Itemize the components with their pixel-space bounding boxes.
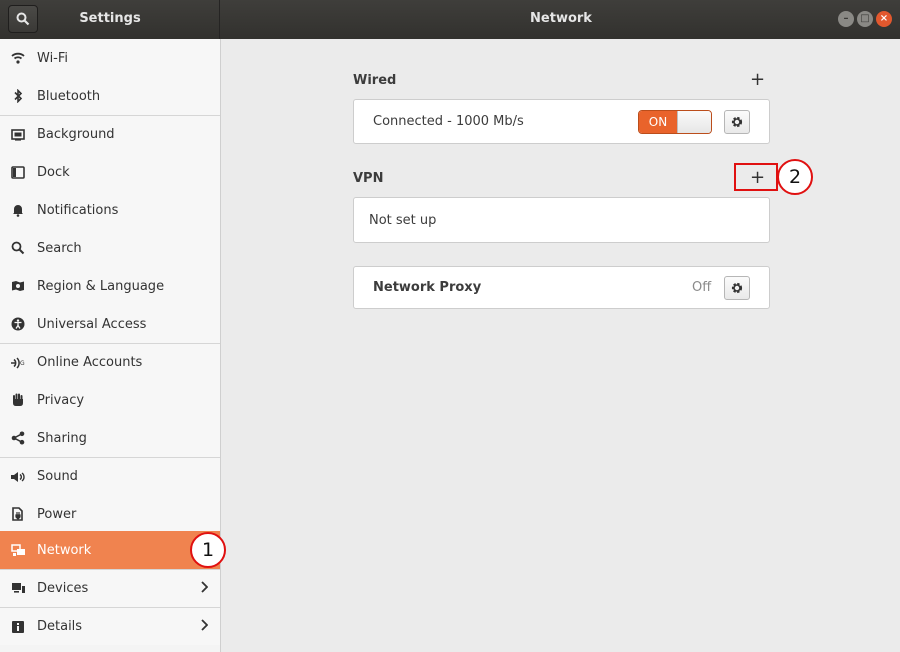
bluetooth-icon bbox=[10, 88, 26, 104]
network-proxy-settings-button[interactable] bbox=[724, 276, 750, 300]
power-icon bbox=[10, 506, 26, 522]
sidebar-item-label: Power bbox=[37, 506, 77, 522]
vpn-row: Not set up bbox=[353, 197, 770, 243]
sidebar-item-details[interactable]: Details bbox=[0, 607, 220, 645]
sidebar-item-online-accounts[interactable]: G Online Accounts bbox=[0, 343, 220, 381]
sidebar-item-label: Privacy bbox=[37, 392, 85, 408]
vpn-section-title: VPN bbox=[353, 171, 384, 186]
sidebar-item-power[interactable]: Power bbox=[0, 495, 220, 533]
online-accounts-icon: G bbox=[10, 355, 26, 371]
sidebar-item-label: Search bbox=[37, 240, 82, 256]
gear-icon bbox=[731, 116, 743, 128]
accessibility-icon bbox=[10, 316, 26, 332]
toggle-knob bbox=[677, 111, 711, 133]
annotation-callout-1: 1 bbox=[190, 532, 226, 568]
close-icon: × bbox=[879, 13, 889, 24]
maximize-icon: □ bbox=[860, 13, 870, 24]
hand-icon bbox=[10, 392, 26, 408]
search-button[interactable] bbox=[8, 5, 38, 33]
wired-connection-row: Connected - 1000 Mb/s ON bbox=[353, 99, 770, 144]
wired-section-title: Wired bbox=[353, 73, 397, 88]
annotation-callout-2: 2 bbox=[777, 159, 813, 195]
bell-icon bbox=[10, 202, 26, 218]
sidebar-item-label: Sound bbox=[37, 469, 78, 484]
sidebar-item-sound[interactable]: Sound bbox=[0, 457, 220, 495]
sidebar-item-notifications[interactable]: Notifications bbox=[0, 191, 220, 229]
window-controls: – □ × bbox=[838, 11, 892, 27]
sidebar-item-label: Background bbox=[37, 127, 115, 142]
search-icon bbox=[16, 12, 30, 26]
maximize-button[interactable]: □ bbox=[857, 11, 873, 27]
region-icon bbox=[10, 278, 26, 294]
speaker-icon bbox=[10, 469, 26, 485]
gear-icon bbox=[731, 282, 743, 294]
sidebar-item-bluetooth[interactable]: Bluetooth bbox=[0, 77, 220, 115]
network-proxy-row[interactable]: Network Proxy Off bbox=[353, 266, 770, 309]
close-button[interactable]: × bbox=[876, 11, 892, 27]
sidebar: Wi-Fi Bluetooth Background Dock Notifica… bbox=[0, 39, 221, 652]
sidebar-item-label: Wi-Fi bbox=[37, 50, 69, 66]
wired-connection-status: Connected - 1000 Mb/s bbox=[373, 114, 524, 129]
app-title: Settings bbox=[79, 11, 141, 26]
sidebar-item-label: Sharing bbox=[37, 430, 87, 446]
wired-toggle-switch[interactable]: ON bbox=[638, 110, 712, 134]
sidebar-item-label: Bluetooth bbox=[37, 88, 101, 104]
sidebar-item-devices[interactable]: Devices bbox=[0, 569, 220, 607]
chevron-right-icon bbox=[200, 581, 209, 597]
wired-settings-button[interactable] bbox=[724, 110, 750, 134]
network-proxy-status: Off bbox=[692, 280, 712, 295]
sidebar-item-label: Dock bbox=[37, 164, 70, 180]
network-icon bbox=[10, 542, 26, 558]
sidebar-item-search[interactable]: Search bbox=[0, 229, 220, 267]
title-bar: Settings Network – □ × bbox=[0, 0, 900, 39]
sidebar-item-network[interactable]: Network bbox=[0, 531, 220, 569]
sidebar-item-universal-access[interactable]: Universal Access bbox=[0, 305, 220, 343]
minimize-icon: – bbox=[843, 13, 849, 24]
add-wired-button[interactable]: + bbox=[750, 71, 765, 89]
vpn-status: Not set up bbox=[369, 213, 437, 228]
share-icon bbox=[10, 430, 26, 446]
chevron-right-icon bbox=[200, 619, 209, 635]
sidebar-item-privacy[interactable]: Privacy bbox=[0, 381, 220, 419]
sidebar-item-wifi[interactable]: Wi-Fi bbox=[0, 39, 220, 77]
sidebar-item-background[interactable]: Background bbox=[0, 115, 220, 153]
sidebar-item-label: Universal Access bbox=[37, 316, 147, 332]
search-icon bbox=[10, 240, 26, 256]
wifi-icon bbox=[10, 50, 26, 66]
sidebar-item-label: Network bbox=[37, 542, 92, 558]
svg-text:G: G bbox=[20, 360, 25, 367]
devices-icon bbox=[10, 581, 26, 597]
toggle-on-label: ON bbox=[639, 111, 677, 133]
sidebar-item-region-language[interactable]: Region & Language bbox=[0, 267, 220, 305]
sidebar-item-dock[interactable]: Dock bbox=[0, 153, 220, 191]
sidebar-item-label: Region & Language bbox=[37, 278, 165, 294]
network-proxy-label: Network Proxy bbox=[373, 280, 482, 295]
minimize-button[interactable]: – bbox=[838, 11, 854, 27]
sidebar-item-label: Devices bbox=[37, 581, 89, 596]
dock-icon bbox=[10, 164, 26, 180]
background-icon bbox=[10, 127, 26, 143]
sidebar-item-label: Notifications bbox=[37, 202, 119, 218]
info-icon bbox=[10, 619, 26, 635]
sidebar-item-label: Details bbox=[37, 619, 83, 634]
sidebar-header: Settings bbox=[0, 0, 220, 39]
page-title: Network bbox=[530, 11, 592, 26]
sidebar-item-sharing[interactable]: Sharing bbox=[0, 419, 220, 457]
sidebar-item-label: Online Accounts bbox=[37, 355, 143, 370]
annotation-highlight-box bbox=[734, 163, 778, 191]
